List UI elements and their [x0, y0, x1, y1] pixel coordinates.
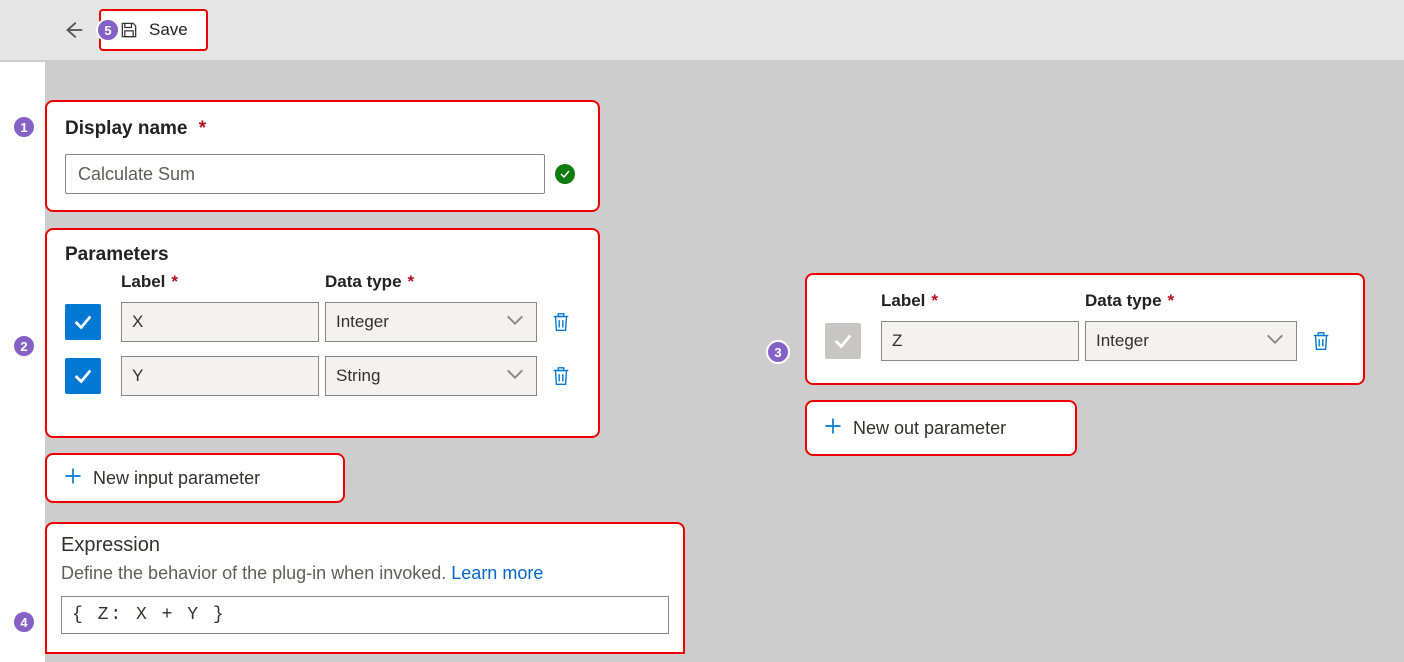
param-datatype-value: String: [336, 366, 380, 386]
new-out-parameter-container: New out parameter: [805, 400, 1077, 456]
param-label-input[interactable]: Y: [121, 356, 319, 396]
out-param-row: Z Integer: [825, 321, 1345, 361]
display-name-title: Display name: [65, 118, 188, 139]
param-row: X Integer: [65, 302, 580, 342]
col-header-label: Label: [881, 291, 925, 310]
callout-badge-2: 2: [12, 334, 36, 358]
delete-param-button[interactable]: [543, 358, 579, 394]
save-icon: [119, 20, 139, 40]
new-input-parameter-container: New input parameter: [45, 453, 345, 503]
expression-description: Define the behavior of the plug-in when …: [61, 563, 446, 583]
delete-param-button[interactable]: [543, 304, 579, 340]
back-button[interactable]: [55, 12, 91, 48]
out-param-label-input[interactable]: Z: [881, 321, 1079, 361]
param-row: Y String: [65, 356, 580, 396]
param-checkbox[interactable]: [65, 358, 101, 394]
col-header-datatype: Data type: [1085, 291, 1162, 310]
learn-more-link[interactable]: Learn more: [451, 563, 543, 583]
toolbar: Save: [0, 0, 1404, 60]
input-parameters-section: Parameters Label* Data type* X Integer Y…: [45, 228, 600, 438]
out-param-checkbox[interactable]: [825, 323, 861, 359]
callout-badge-5: 5: [96, 18, 120, 42]
expression-section: Expression Define the behavior of the pl…: [45, 522, 685, 654]
plus-icon: [63, 466, 83, 491]
callout-badge-1: 1: [12, 115, 36, 139]
parameters-title: Parameters: [65, 244, 580, 266]
param-label-input[interactable]: X: [121, 302, 319, 342]
chevron-down-icon: [504, 363, 526, 390]
arrow-left-icon: [62, 19, 84, 41]
param-datatype-select[interactable]: String: [325, 356, 537, 396]
callout-badge-3: 3: [766, 340, 790, 364]
expression-title: Expression: [61, 534, 669, 557]
required-star: *: [199, 118, 206, 139]
out-param-datatype-value: Integer: [1096, 331, 1149, 351]
trash-icon: [550, 311, 572, 333]
expression-input[interactable]: { Z: X + Y }: [61, 596, 669, 634]
col-header-label: Label: [121, 272, 165, 291]
chevron-down-icon: [504, 309, 526, 336]
display-name-input[interactable]: [65, 154, 545, 194]
trash-icon: [1310, 330, 1332, 352]
new-input-parameter-button[interactable]: New input parameter: [47, 455, 343, 501]
new-out-parameter-label: New out parameter: [853, 418, 1006, 439]
out-param-datatype-select[interactable]: Integer: [1085, 321, 1297, 361]
delete-out-param-button[interactable]: [1303, 323, 1339, 359]
callout-badge-4: 4: [12, 610, 36, 634]
new-input-parameter-label: New input parameter: [93, 468, 260, 489]
param-datatype-value: Integer: [336, 312, 389, 332]
param-checkbox[interactable]: [65, 304, 101, 340]
trash-icon: [550, 365, 572, 387]
col-header-datatype: Data type: [325, 272, 402, 291]
plus-icon: [823, 416, 843, 441]
success-icon: [555, 164, 575, 184]
save-label: Save: [149, 20, 188, 40]
chevron-down-icon: [1264, 328, 1286, 355]
display-name-section: Display name *: [45, 100, 600, 212]
new-out-parameter-button[interactable]: New out parameter: [807, 402, 1075, 454]
param-datatype-select[interactable]: Integer: [325, 302, 537, 342]
output-parameters-section: Label* Data type* Z Integer: [805, 273, 1365, 385]
